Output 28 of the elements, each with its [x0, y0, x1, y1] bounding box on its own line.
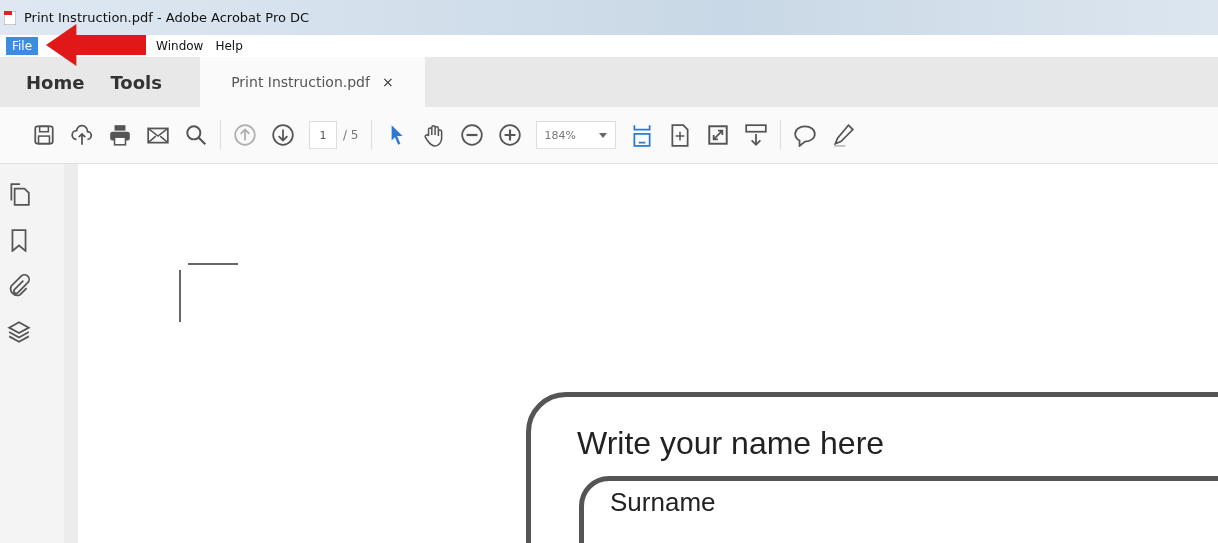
pages-icon[interactable] — [7, 182, 31, 206]
page-number-field[interactable]: 1 — [309, 121, 337, 149]
layers-icon[interactable] — [7, 320, 31, 344]
cloud-upload-icon[interactable] — [70, 123, 94, 147]
nav-tab[interactable]: Home — [0, 57, 98, 107]
save-icon[interactable] — [32, 123, 56, 147]
menu-item[interactable]: Window — [150, 37, 210, 55]
caret-icon[interactable] — [598, 132, 607, 138]
field-label: Surname — [610, 487, 716, 517]
printer-icon[interactable] — [108, 123, 132, 147]
plus-circle-icon[interactable] — [497, 123, 522, 147]
close-tab-button[interactable]: × — [381, 74, 394, 90]
crop-mark — [178, 262, 238, 322]
form-heading: Write your name here — [577, 425, 886, 462]
down-arrow-circle-icon[interactable] — [271, 123, 295, 147]
speech-bubble-icon[interactable] — [792, 123, 817, 147]
minus-circle-icon[interactable] — [459, 123, 484, 147]
document-tab[interactable]: Print Instruction.pdf × — [199, 57, 425, 107]
expand-icon[interactable] — [705, 123, 730, 147]
nav-tab[interactable]: Tools — [97, 57, 175, 107]
scroll-mode-icon[interactable] — [743, 123, 768, 147]
zoom-field[interactable]: 184% — [535, 121, 616, 149]
search-icon[interactable] — [184, 123, 208, 147]
page-count: / 5 — [343, 128, 359, 142]
menu-item[interactable]: Help — [209, 37, 249, 55]
pdf-file-icon — [4, 10, 16, 25]
paperclip-icon[interactable] — [7, 274, 31, 298]
window-title: Print Instruction.pdf - Adobe Acrobat Pro DC — [24, 10, 310, 25]
